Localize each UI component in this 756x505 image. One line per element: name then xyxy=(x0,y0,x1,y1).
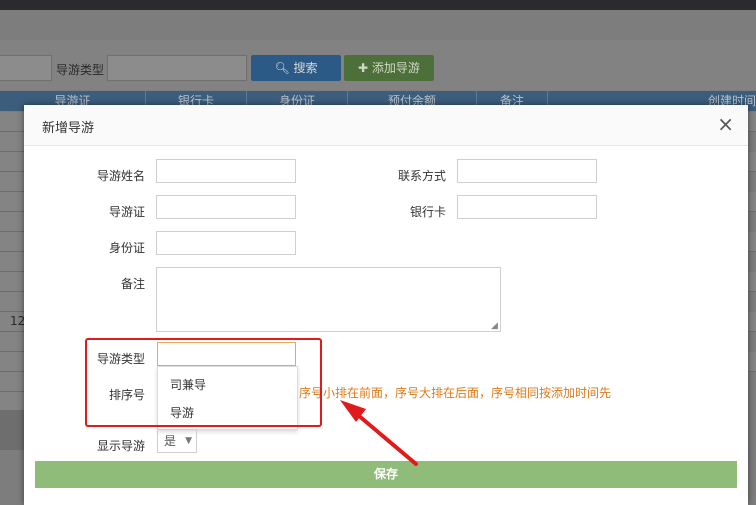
annotation-highlight-box xyxy=(85,338,322,427)
remark-label: 备注 xyxy=(120,277,145,291)
add-guide-button[interactable]: ✚ 添加导游 xyxy=(344,55,434,81)
dialog-header: 新增导游 × xyxy=(24,105,748,146)
remark-textarea[interactable]: ◢ xyxy=(156,267,501,332)
table-row xyxy=(0,212,24,232)
dialog-title: 新增导游 xyxy=(42,121,95,136)
filter-input-prev[interactable] xyxy=(0,55,52,81)
filter-type-input[interactable] xyxy=(107,55,247,81)
contact-label: 联系方式 xyxy=(397,169,446,183)
table-row xyxy=(748,312,756,332)
table-row xyxy=(0,392,24,412)
show-guide-select[interactable]: 是 ▼ xyxy=(157,429,197,453)
table-row xyxy=(748,192,756,212)
resize-handle-icon[interactable]: ◢ xyxy=(491,322,499,331)
table-row xyxy=(0,332,24,352)
table-row xyxy=(748,272,756,292)
close-icon[interactable]: × xyxy=(717,114,734,134)
table-row xyxy=(748,152,756,172)
chevron-down-icon: ▼ xyxy=(185,436,192,446)
table-row xyxy=(0,172,24,192)
show-guide-value: 是 xyxy=(164,434,177,448)
table-row xyxy=(0,192,24,212)
table-row xyxy=(0,292,24,312)
guide-cert-input[interactable] xyxy=(156,195,296,219)
table-row xyxy=(0,112,24,132)
bank-card-input[interactable] xyxy=(457,195,597,219)
table-footer xyxy=(0,410,24,450)
plus-icon: ✚ xyxy=(358,61,372,75)
id-card-input[interactable] xyxy=(156,231,296,255)
id-card-label: 身份证 xyxy=(108,241,145,255)
show-guide-label: 显示导游 xyxy=(96,439,145,453)
filter-type-label: 导游类型 xyxy=(56,63,105,77)
contact-input[interactable] xyxy=(457,159,597,183)
sort-hint: 序号小排在前面，序号大排在后面，序号相同按添加时间先 xyxy=(299,386,612,400)
table-row xyxy=(748,352,756,372)
row-cell-fragment: 12 xyxy=(10,314,26,328)
bank-card-label: 银行卡 xyxy=(409,205,446,219)
table-row xyxy=(0,152,24,172)
table-row xyxy=(0,132,24,152)
guide-cert-label: 导游证 xyxy=(108,205,145,219)
guide-name-input[interactable] xyxy=(156,159,296,183)
guide-name-label: 导游姓名 xyxy=(96,169,145,183)
table-row xyxy=(0,352,24,372)
top-bar xyxy=(0,0,756,10)
save-button[interactable]: 保存 xyxy=(35,461,737,488)
search-button[interactable]: 🔍︎ 搜索 xyxy=(251,55,341,81)
table-row xyxy=(0,272,24,292)
search-icon: 🔍︎ xyxy=(274,61,294,75)
add-guide-dialog: 新增导游 × 导游姓名 联系方式 导游证 银行卡 身份证 备注 ◢ 导游类型 排… xyxy=(24,105,748,505)
table-row xyxy=(748,112,756,132)
table-row xyxy=(0,232,24,252)
table-row xyxy=(0,372,24,392)
table-row xyxy=(0,252,24,272)
table-row xyxy=(748,232,756,252)
